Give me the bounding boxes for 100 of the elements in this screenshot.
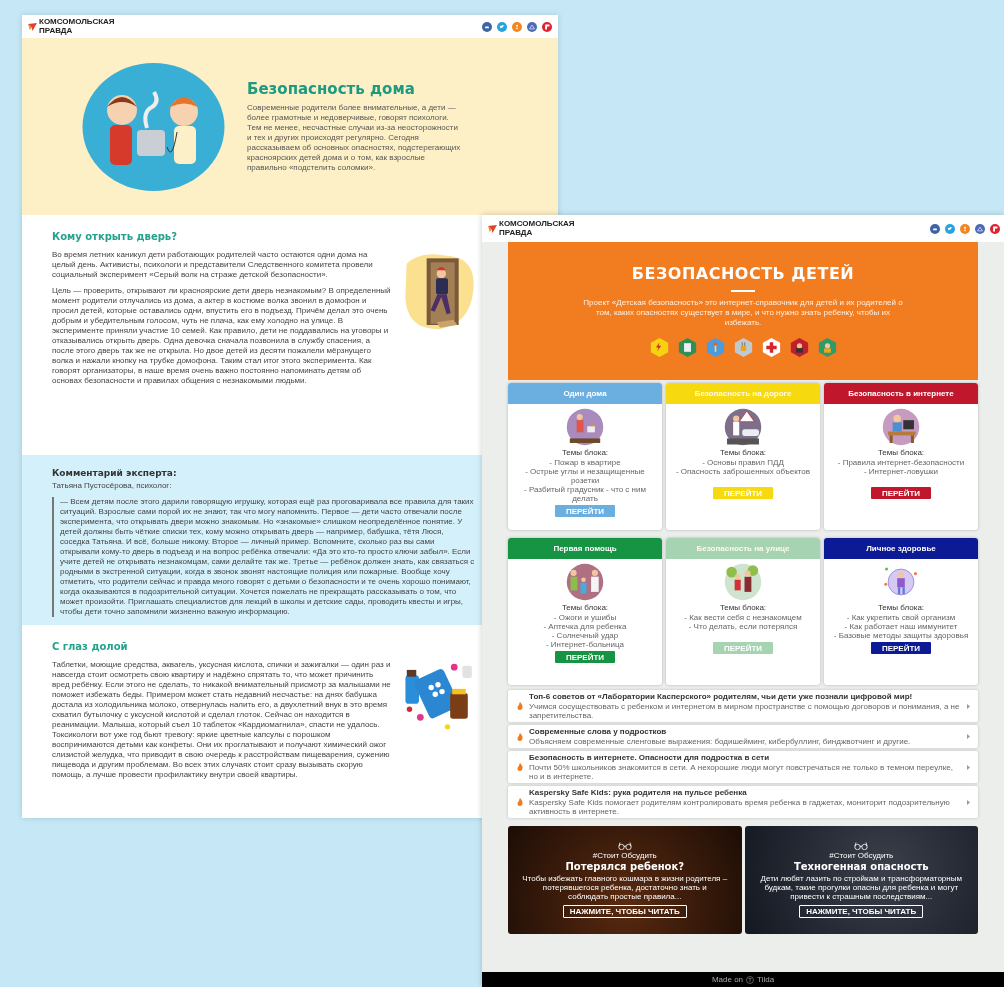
topic-item: - Ожоги и ушибы — [552, 613, 618, 622]
article-summary: Учимся сосуществовать с ребенком и интернетом в мирном пространстве с помощью договоров и понимания, а не запретительства. — [529, 702, 961, 720]
topic-item: - Правила интернет-безопасности — [836, 458, 966, 467]
expert-name: Татьяна Пустосёрова, психолог: — [52, 481, 172, 490]
topic-item: - Основы правил ПДД — [701, 458, 784, 467]
topic-item: - Солнечный удар — [550, 631, 619, 640]
hero-text: Проект «Детская безопасность» это интернет-справочник для детей и их родителей о том, каких опасностях существует в мире, и что нужно знать ребенку, чтобы их избежать. — [582, 297, 904, 328]
topic-item: - Острые углы и незащищенные розетки — [524, 467, 646, 485]
card-title: Безопасность в интернете — [848, 389, 954, 398]
story-text: Дети любят лазить по стройкам и трансформаторным будкам, такие прогулки опасны для ребенка и могут привести к страшным последствиям... — [759, 874, 963, 901]
read-button[interactable]: НАЖМИТЕ, ЧТОБЫ ЧИТАТЬ — [799, 905, 924, 918]
topic-item: - Как работает наш иммунитет — [843, 622, 959, 631]
family-doctor-illustration — [566, 563, 604, 601]
computer-desk-illustration — [882, 408, 920, 446]
share-icon[interactable] — [960, 223, 970, 234]
story-card[interactable]: #Стоит Обсудить Потерялся ребенок? Чтобы избежать главного кошмара в жизни родителя – потерявшегося ребенка, достаточно знать и соблюдать простые правила... НАЖМИТЕ, ЧТОБЫ ЧИТАТЬ — [508, 826, 742, 934]
article-row[interactable]: Kaspersky Safe Kids: рука родителя на пульсе ребенка Kaspersky Safe Kids помогает родителям контролировать время ребенка в гаджетах, мониторит подозрительную активность в интернете. — [508, 786, 978, 818]
flame-icon — [517, 763, 523, 771]
logo-text: ПРАВДА — [39, 26, 74, 35]
logo-text: ПРАВДА — [499, 228, 534, 237]
section-title: Комментарий эксперта: — [52, 467, 177, 479]
quote-text: — Всем детям после этого дарили говорящую игрушку, которая ещё раз проговаривала все правила для таких ситуаций. Взрослые сами порой их не знают, так что могу напомнить. Первое — дети часто отвечали после эксперимента, что открывать двери можно знакомым. Но «знакомые» слишком неопределённое понятие. У детей должны быть чёткие списки тех, кому можно открывать дверь — например, бабушка, тётя Люся, соседка Татьяна. И всё, больше никому. Второе — личный пример. Вспомните, сколько раз вы сами открывали кому-то дверь в подъезд и на вопрос ребёнка отвечали: «Да это кто-то просто ключи забыл». Если учите детей не открывать незнакомцам, сами делайте так же. Третье — ребёнок должен знать, как связаться с родными в экстренной ситуации, когда в звонок звонят настоящие полиция или пожарные. Вообще хочу отметить, что родители сейчас и правда много говорят с детьми о безопасности и те очень хорошо понимают, когда оказываются в подозрительной ситуации. Хочется пожелать не прекращать рассказывать о том, что может произойти. Приглашать специалистов для лекций в школы и детские сады, проводить квесты и игры, чтобы дети точно запомнили жизненно важную информацию. — [60, 497, 475, 617]
share-icon[interactable] — [930, 223, 940, 234]
topics-heading: Темы блока: — [561, 448, 609, 457]
story-tag: #Стоит Обсудить — [829, 851, 894, 860]
person-icon[interactable] — [789, 336, 809, 358]
card-title: Один дома — [563, 389, 607, 398]
chevron-right-icon — [967, 703, 970, 709]
topic-item: - Что делать, если потерялся — [687, 622, 799, 631]
section-title: С глаз долой — [52, 641, 128, 653]
logo-text: КОМСОМОЛЬСКАЯ — [499, 220, 575, 229]
go-button[interactable]: ПЕРЕЙТИ — [555, 651, 615, 663]
share-icon[interactable] — [975, 223, 985, 234]
card-title: Личное здоровье — [866, 544, 936, 553]
section-title: Кому открыть дверь? — [52, 231, 177, 243]
story-title: Техногенная опасность — [793, 861, 929, 873]
topic-item: - Разбитый градусник - что с ним делать — [523, 485, 647, 503]
glasses-icon — [617, 842, 632, 850]
share-icon[interactable] — [542, 21, 552, 32]
arrow-logo-icon — [28, 22, 37, 31]
topic-item: - Опасность заброшенных объектов — [674, 467, 812, 476]
share-icon[interactable] — [945, 223, 955, 234]
flame-icon — [517, 702, 523, 710]
chevron-right-icon — [967, 799, 970, 805]
topics-heading: Темы блока: — [561, 603, 609, 612]
share-icon[interactable] — [482, 21, 492, 32]
cross-icon[interactable] — [761, 336, 781, 358]
topics-heading: Темы блока: — [877, 603, 925, 612]
read-button[interactable]: НАЖМИТЕ, ЧТОБЫ ЧИТАТЬ — [562, 905, 687, 918]
hero-title: БЕЗОПАСНОСТЬ ДЕТЕЙ — [631, 264, 855, 283]
story-title: Потерялся ребенок? — [565, 861, 685, 873]
chevron-right-icon — [967, 734, 970, 739]
flame-icon — [517, 732, 523, 741]
article-row[interactable]: Безопасность в интернете. Опасности для подростка в сети Почти 50% школьников знакомится в сети. А нехорошие люди могут повстречаться не только в темном переулке, но и в интернете. — [508, 751, 978, 783]
intro-text: Современные родители более внимательные, а дети — более грамотные и недоверчивые, говорят психологи. Тем не менее, несчастные случаи из-за неосторожности и тех и других происходят регулярно. Сегодня рассказываем об основных опасностях, подстерегающих красноярских детей дома и о том, как взрослые правильно «подстелить соломки». — [247, 102, 462, 173]
share-icon[interactable] — [512, 21, 522, 32]
share-icon[interactable] — [527, 21, 537, 32]
document-icon[interactable] — [677, 336, 697, 358]
article-title[interactable]: Современные слова у подростков — [529, 727, 961, 736]
girl-fire-illustration — [566, 408, 604, 446]
topics-heading: Темы блока: — [719, 603, 767, 612]
lightning-icon[interactable] — [649, 336, 669, 358]
go-button[interactable]: ПЕРЕЙТИ — [871, 642, 931, 654]
share-icon[interactable] — [990, 223, 1000, 234]
card-title: Безопасность на улице — [696, 544, 790, 553]
logo-text: КОМСОМОЛЬСКАЯ — [39, 18, 115, 27]
tilda-logo-icon — [746, 975, 755, 984]
story-text: Чтобы избежать главного кошмара в жизни родителя – потерявшегося ребенка, достаточно знать и соблюдать простые правила... — [522, 874, 728, 901]
park-people-illustration — [724, 563, 762, 601]
topics-heading: Темы блока: — [719, 448, 767, 457]
article-summary: Почти 50% школьников знакомится в сети. А нехорошие люди могут повстречаться не только в темном переулке, но и в интернете. — [529, 763, 954, 781]
article-title[interactable]: Безопасность в интернете. Опасности для подростка в сети — [529, 753, 961, 762]
topic-item: - Интернет-больница — [544, 640, 626, 649]
topic-item: - Пожар в квартире — [548, 458, 622, 467]
topic-item: - Аптечка для ребенка — [542, 622, 628, 631]
story-tag: #Стоит Обсудить — [592, 851, 657, 860]
glasses-icon — [854, 842, 869, 850]
go-button[interactable]: ПЕРЕЙТИ — [871, 487, 931, 499]
chevron-right-icon — [967, 764, 970, 770]
card-title: Безопасность на дороге — [694, 389, 792, 398]
paragraph: Во время летних каникул дети работающих родителей часто остаются одни дома на целый день. Активисты, психологи и представители Следственного комитета провели социальный эксперимент «Серый волк на страже детской безопасности». — [52, 250, 374, 280]
share-icon[interactable] — [497, 21, 507, 32]
article-summary: Kaspersky Safe Kids помогает родителям контролировать время ребенка в гаджетах, мониторит подозрительную активность в интернете. — [529, 798, 951, 816]
article-title[interactable]: Топ-6 советов от «Лаборатории Касперского» родителям, чьи дети уже познали цифровой мир! — [529, 692, 961, 701]
article-row[interactable]: Современные слова у подростков Объясняем современные сленговые выражения: бодишейминг, кибербуллинг, бинджвотчинг и другие. — [508, 725, 978, 748]
topic-item: - Как вести себя с незнакомцем — [683, 613, 803, 622]
article-title[interactable]: Kaspersky Safe Kids: рука родителя на пульсе ребенка — [529, 788, 961, 797]
footer-brand[interactable]: Tilda — [757, 975, 775, 984]
paragraph: Таблетки, моющие средства, аквагель, уксусная кислота, спички и зажигалки — один раз и навсегда стоит осмотреть свою квартиру и надёжно спрятать то, что может причинить вред ребёнку. Если этого не сделать, то никакой внимательный присмотр за малышами не поможет избежать беды. Примером может стать недавний несчастье: на днях бабушка достала из холодильника молоко, отвернулась налить его, а двухлетний внук в это время схватил бутылочку с уксусной кислотой и сделал глоток. Сейчас он находится в реанимации. Малыша, который съел 10 таблеток «Кардиомагнила», спасти не удалось. Токсикологи вот уже год бьют тревогу: яркие цветные капсулы с порошком воспринимаются детьми как конфеты. Они их проглатывают и получают химический ожог слизистой желудка, что приводит в свою очередь к расстройствам пищеварения, сужению пищевода и другим проблемам. Во всех этих случаях стоит сразу вызывать скорую помощь, а лучше провести профилактику внутри своей квартиры. — [52, 660, 392, 780]
paragraph: Цель — проверить, открывают ли красноярские дети дверь незнакомым? В определенный момент родители отлучались из дома, а актер в костюме волка звонил в домофон и просил детей, которые оставались одни, впустить его в подъезд. Причём делал это очень добрым и убедительным голосом, чуть не плача, как ему холодно на улице. В эксперименте приняли участие 10 семей. Как правило, дети не поддавались на уговоры и отказывались открыть дверь. Одна девочка сначала позвонила в службу спасения, а после этого дверь так же не открыла. Но двое детей из десяти пожалели мёрзнущего волка и нажали кнопку на трубке домофона. Таким стал итог этого эксперимента. Как говорят организаторы, в наше время очень важно постоянно напоминать детям об основах безопасности и правилах общения с незнакомыми людьми. — [52, 286, 392, 386]
police-road-illustration — [724, 408, 762, 446]
footer-text: Made on — [711, 975, 744, 984]
story-card[interactable]: #Стоит Обсудить Техногенная опасность Дети любят лазить по стройкам и трансформаторным будкам, такие прогулки опасны для ребенка и могут привести к страшным последствиям... НАЖМИТЕ, ЧТОБЫ ЧИТАТЬ — [744, 826, 978, 934]
article-row[interactable] — [508, 690, 978, 722]
topic-item: - Интернет-ловушки — [862, 467, 940, 476]
topics-heading: Темы блока: — [877, 448, 925, 457]
flame-icon — [517, 798, 523, 806]
page-title: Безопасность дома — [247, 80, 416, 97]
arrow-logo-icon — [488, 224, 497, 233]
topic-item: - Как укрепить свой организм — [845, 613, 957, 622]
